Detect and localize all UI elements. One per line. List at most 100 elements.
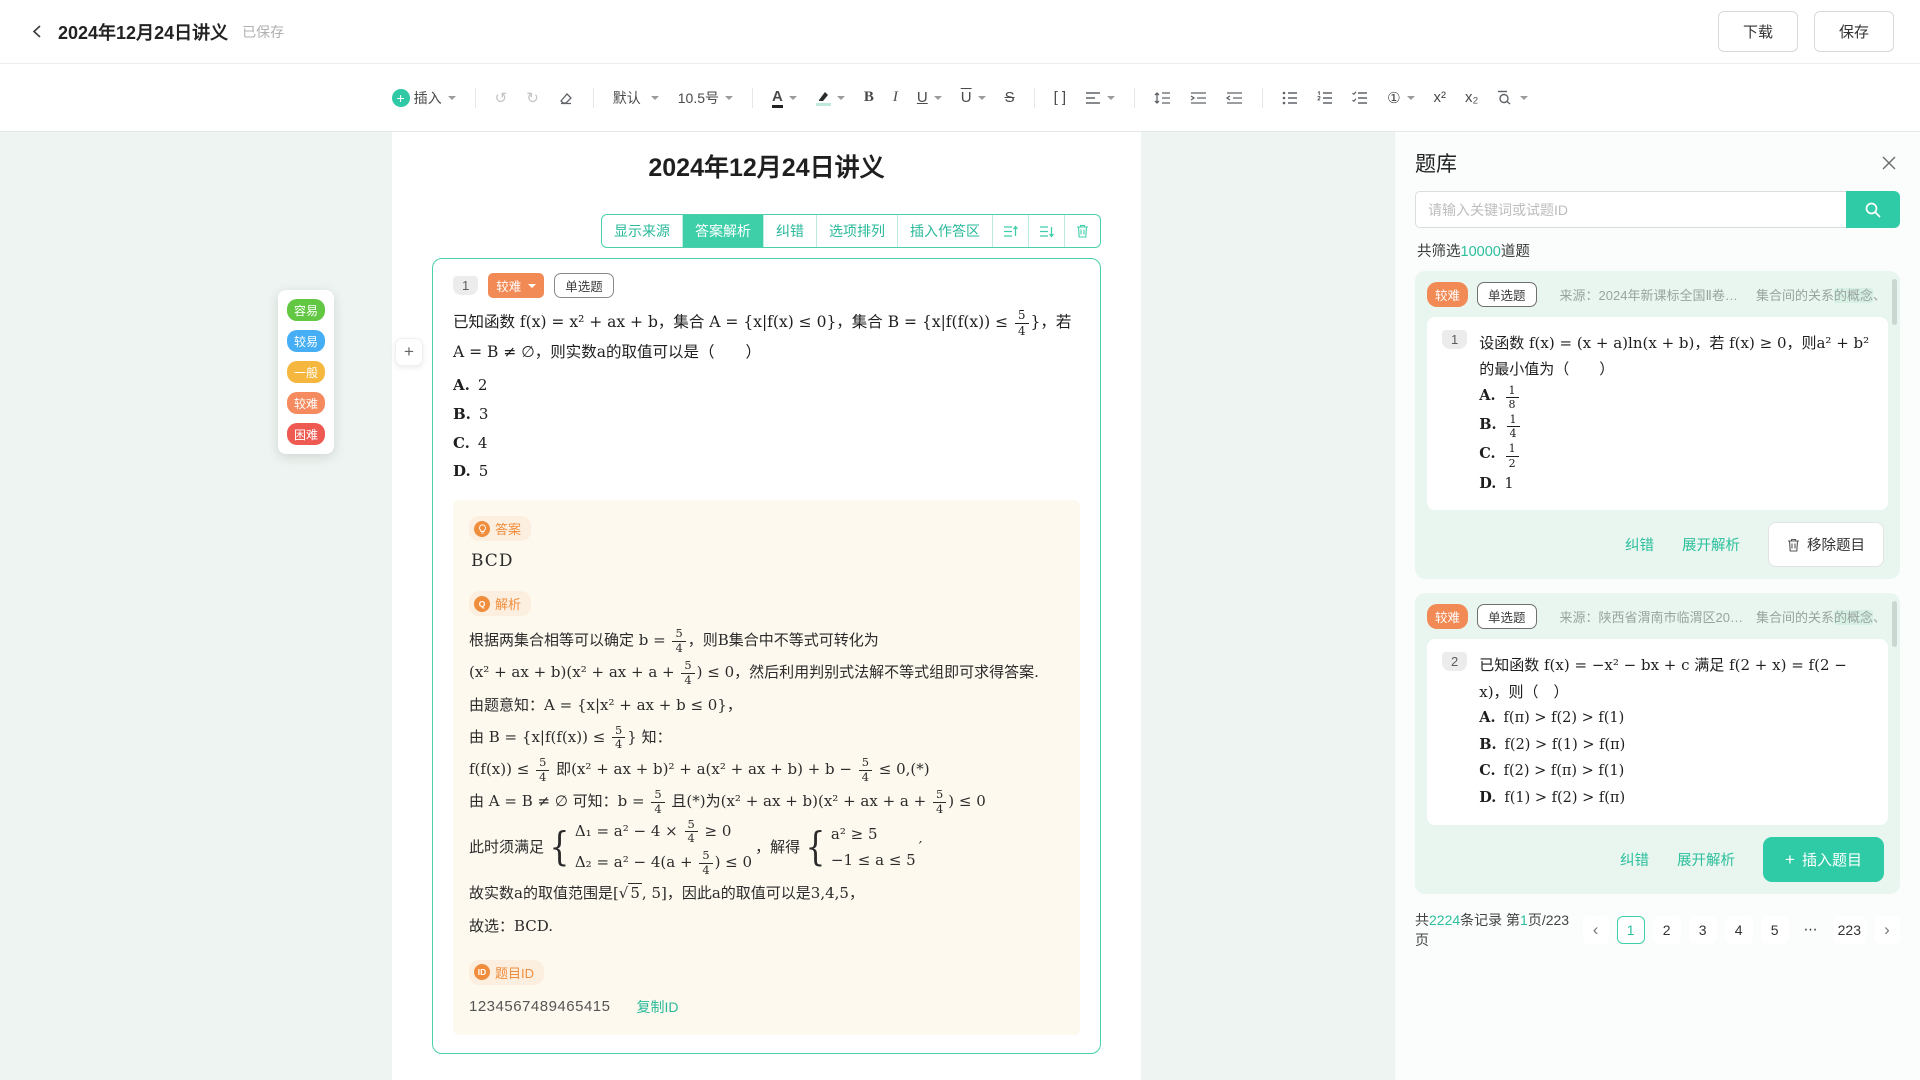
record-count: 2224 [1429,912,1460,928]
knowledge-tags: 集合间的关系的概念、 ... [1756,285,1888,304]
page-button-1[interactable]: 1 [1617,916,1645,944]
report-error-link[interactable]: 纠错 [1620,849,1649,870]
filter-count: 10000 [1461,244,1501,260]
chevron-down-icon [651,96,659,100]
search-button[interactable] [1846,191,1900,228]
next-page-button[interactable]: › [1874,916,1900,944]
prev-page-button[interactable]: ‹ [1583,916,1609,944]
insert-question-button[interactable]: + 插入题目 [1763,837,1884,882]
analysis-line: 根据两集合相等可以确定 b = 54，则B集合中不等式可转化为 [469,624,1064,656]
saved-status: 已保存 [242,22,284,42]
superscript-button[interactable]: x² [1428,84,1453,111]
tab-show-source[interactable]: 显示来源 [602,215,682,247]
analysis-content: 根据两集合相等可以确定 b = 54，则B集合中不等式可转化为 (x² + ax… [469,624,1064,942]
expand-analysis-link[interactable]: 展开解析 [1677,849,1735,870]
pagination-bar: 共2224条记录 第1页/223页 ‹ 1 2 3 4 5 ⋯ 223 › [1415,910,1900,950]
align-button[interactable] [1079,86,1121,110]
search-icon [1864,201,1882,219]
search-bar [1415,191,1900,228]
option-d: D. f(1) > f(2) > f(π) [1479,785,1873,812]
task-list-button[interactable] [1346,86,1374,110]
expand-analysis-link[interactable]: 展开解析 [1682,534,1740,555]
bold-button[interactable]: B [858,84,880,111]
add-block-button[interactable]: + [395,338,423,366]
clear-format-button[interactable] [552,85,580,111]
question-stem: 已知函数 f(x) = x² + ax + b，集合 A = {x|f(x) ≤… [453,308,1080,367]
download-button[interactable]: 下载 [1718,11,1798,52]
difficulty-option-medium[interactable]: 一般 [287,361,325,383]
subscript-button[interactable]: x₂ [1459,84,1484,111]
editor-toolbar: + 插入 ↺ ↻ 默认 10.5号 A B I U U S [ ] [0,64,1920,132]
overline-button[interactable]: U [955,84,992,111]
close-panel-button[interactable] [1878,152,1900,174]
pagination-info: 共2224条记录 第1页/223页 [1415,910,1583,950]
knowledge-tags: 集合间的关系的概念、 ... [1756,607,1888,626]
scrollbar-thumb[interactable] [1892,279,1897,325]
option-d: D. 5 [453,457,1080,486]
scrollbar-thumb[interactable] [1892,601,1897,647]
italic-button[interactable]: I [887,84,904,111]
chevron-down-icon [1107,96,1115,100]
redo-button[interactable]: ↻ [520,84,545,112]
option-c: C. 12 [1479,441,1873,470]
find-replace-button[interactable] [1491,85,1534,110]
question-id-badge: ID 题目ID [469,960,544,985]
search-input[interactable] [1415,191,1846,228]
delete-question-button[interactable] [1064,215,1100,247]
move-down-button[interactable] [1028,215,1064,247]
option-c: C. 4 [453,429,1080,458]
tab-report-error[interactable]: 纠错 [763,215,816,247]
strikethrough-button[interactable]: S [999,84,1021,111]
toolbar-divider [752,88,753,108]
difficulty-option-hardest[interactable]: 困难 [287,423,325,445]
brackets-button[interactable]: [ ] [1048,84,1073,111]
back-button[interactable] [26,21,48,43]
question-type-badge: 单选题 [554,273,614,298]
save-button[interactable]: 保存 [1814,11,1894,52]
copy-id-link[interactable]: 复制ID [636,997,678,1017]
indent-decrease-button[interactable] [1220,86,1249,110]
insert-button[interactable]: + 插入 [386,83,462,113]
difficulty-pill[interactable]: 较难 [488,273,544,298]
difficulty-label: 较难 [496,276,521,295]
analysis-line: 故选：BCD. [469,910,1064,942]
page-button-2[interactable]: 2 [1653,916,1681,944]
circled-number-button[interactable]: ① [1381,84,1420,112]
page-button-223[interactable]: 223 [1833,916,1866,944]
workspace: 2024年12月24日讲义 + 显示来源 答案解析 纠错 选项排列 插入作答区 [0,132,1920,1080]
circled-number-icon: ① [1387,89,1400,107]
highlight-button[interactable] [810,85,851,111]
toolbar-divider [1262,88,1263,108]
insert-label: 插入 [414,88,442,108]
indent-increase-button[interactable] [1184,86,1213,110]
difficulty-option-hard[interactable]: 较难 [287,392,325,414]
question-tabbar: 显示来源 答案解析 纠错 选项排列 插入作答区 [432,214,1101,248]
remove-question-button[interactable]: 移除题目 [1768,522,1884,567]
font-color-button[interactable]: A [766,83,803,113]
chevron-down-icon [789,96,797,100]
page-ellipsis: ⋯ [1797,916,1825,944]
move-up-button[interactable] [992,215,1028,247]
font-style-select[interactable]: 默认 [607,83,665,113]
difficulty-option-easier[interactable]: 较易 [287,330,325,352]
page-button-4[interactable]: 4 [1725,916,1753,944]
underline-button[interactable]: U [911,84,948,111]
undo-button[interactable]: ↺ [489,84,514,112]
font-size-select[interactable]: 10.5号 [672,83,739,113]
bullet-list-button[interactable] [1276,86,1304,110]
report-error-link[interactable]: 纠错 [1625,534,1654,555]
page-button-3[interactable]: 3 [1689,916,1717,944]
current-page-number: 1 [1520,912,1528,928]
question-stem: 设函数 f(x) = (x + a)ln(x + b)，若 f(x) ≥ 0，则… [1479,330,1873,383]
pager: ‹ 1 2 3 4 5 ⋯ 223 › [1583,916,1900,944]
ordered-list-button[interactable] [1311,86,1339,110]
tab-answer-analysis[interactable]: 答案解析 [682,215,763,247]
question-number-badge: 1 [1442,330,1467,349]
tab-insert-answer-area[interactable]: 插入作答区 [897,215,992,247]
analysis-line: 由题意知：A = {x|x² + ax + b ≤ 0}， [469,689,1064,721]
line-spacing-button[interactable] [1148,86,1177,110]
toolbar-divider [1034,88,1035,108]
tab-option-order[interactable]: 选项排列 [816,215,897,247]
difficulty-option-easy[interactable]: 容易 [287,299,325,321]
page-button-5[interactable]: 5 [1761,916,1789,944]
